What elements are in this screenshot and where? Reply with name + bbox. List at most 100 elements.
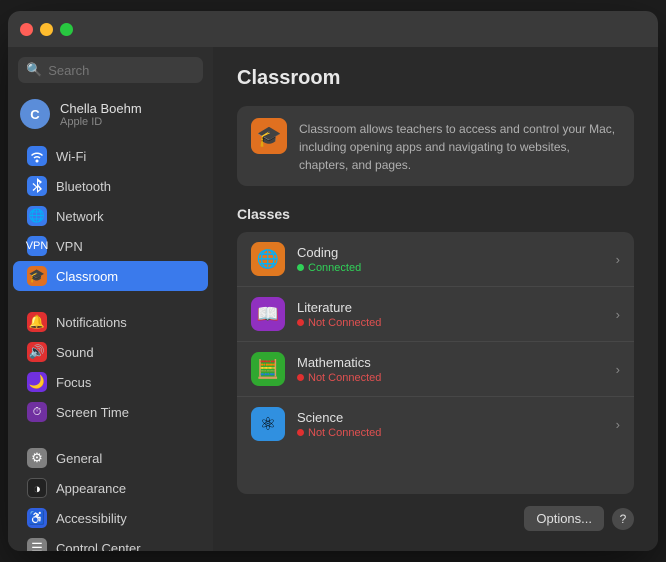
coding-icon: 🌐 bbox=[251, 242, 285, 276]
literature-icon: 📖 bbox=[251, 297, 285, 331]
bluetooth-icon bbox=[27, 176, 47, 196]
sidebar-item-screentime[interactable]: ⏱ Screen Time bbox=[13, 397, 208, 427]
info-text: Classroom allows teachers to access and … bbox=[299, 118, 620, 174]
sidebar-item-accessibility[interactable]: ♿ Accessibility bbox=[13, 503, 208, 533]
science-status-dot bbox=[297, 429, 304, 436]
science-icon: ⚛ bbox=[251, 407, 285, 441]
chevron-right-icon: › bbox=[616, 252, 620, 267]
sidebar-section-network: Wi-Fi Bluetooth 🌐 Network VPN VP bbox=[8, 141, 213, 291]
appearance-icon: ◑ bbox=[27, 478, 47, 498]
literature-status-dot bbox=[297, 319, 304, 326]
vpn-icon: VPN bbox=[27, 236, 47, 256]
mathematics-status: Not Connected bbox=[297, 372, 604, 384]
class-item-science[interactable]: ⚛ Science Not Connected › bbox=[237, 397, 634, 451]
sidebar-item-label: Accessibility bbox=[56, 511, 127, 526]
mathematics-icon: 🧮 bbox=[251, 352, 285, 386]
coding-name: Coding bbox=[297, 245, 604, 260]
sidebar-item-label: Classroom bbox=[56, 269, 118, 284]
sidebar: 🔍 C Chella Boehm Apple ID Wi-Fi bbox=[8, 47, 213, 551]
sidebar-item-bluetooth[interactable]: Bluetooth bbox=[13, 171, 208, 201]
chevron-right-icon: › bbox=[616, 362, 620, 377]
sidebar-item-classroom[interactable]: 🎓 Classroom bbox=[13, 261, 208, 291]
main-layout: 🔍 C Chella Boehm Apple ID Wi-Fi bbox=[8, 47, 658, 551]
help-button[interactable]: ? bbox=[612, 508, 634, 530]
sidebar-item-label: VPN bbox=[56, 239, 83, 254]
sidebar-item-label: Focus bbox=[56, 375, 91, 390]
class-item-mathematics[interactable]: 🧮 Mathematics Not Connected › bbox=[237, 342, 634, 397]
network-icon: 🌐 bbox=[27, 206, 47, 226]
class-item-coding[interactable]: 🌐 Coding Connected › bbox=[237, 232, 634, 287]
sidebar-item-label: Screen Time bbox=[56, 405, 129, 420]
mathematics-name: Mathematics bbox=[297, 355, 604, 370]
sidebar-item-label: Appearance bbox=[56, 481, 126, 496]
science-status: Not Connected bbox=[297, 427, 604, 439]
main-content: Classroom 🎓 Classroom allows teachers to… bbox=[213, 47, 658, 551]
chevron-right-icon: › bbox=[616, 307, 620, 322]
sidebar-item-notifications[interactable]: 🔔 Notifications bbox=[13, 307, 208, 337]
page-title: Classroom bbox=[237, 67, 634, 90]
sidebar-section-system1: 🔔 Notifications 🔊 Sound 🌙 Focus ⏱ Screen… bbox=[8, 307, 213, 427]
sidebar-section-system2: ⚙ General ◑ Appearance ♿ Accessibility ☰… bbox=[8, 443, 213, 551]
sidebar-item-network[interactable]: 🌐 Network bbox=[13, 201, 208, 231]
coding-info: Coding Connected bbox=[297, 245, 604, 274]
user-subtitle: Apple ID bbox=[60, 116, 142, 128]
sidebar-item-label: Wi-Fi bbox=[56, 149, 86, 164]
science-name: Science bbox=[297, 410, 604, 425]
sidebar-item-controlcenter[interactable]: ☰ Control Center bbox=[13, 533, 208, 551]
sidebar-item-appearance[interactable]: ◑ Appearance bbox=[13, 473, 208, 503]
wifi-icon bbox=[27, 146, 47, 166]
minimize-button[interactable] bbox=[40, 23, 53, 36]
sidebar-item-label: Control Center bbox=[56, 541, 141, 552]
mathematics-status-text: Not Connected bbox=[308, 372, 381, 384]
titlebar bbox=[8, 11, 658, 47]
classes-section-title: Classes bbox=[237, 206, 634, 222]
class-item-literature[interactable]: 📖 Literature Not Connected › bbox=[237, 287, 634, 342]
sidebar-item-label: Sound bbox=[56, 345, 94, 360]
science-status-text: Not Connected bbox=[308, 427, 381, 439]
user-section[interactable]: C Chella Boehm Apple ID bbox=[8, 91, 213, 141]
notifications-icon: 🔔 bbox=[27, 312, 47, 332]
chevron-right-icon: › bbox=[616, 417, 620, 432]
options-button[interactable]: Options... bbox=[524, 506, 604, 531]
literature-info: Literature Not Connected bbox=[297, 300, 604, 329]
user-info: Chella Boehm Apple ID bbox=[60, 101, 142, 128]
sidebar-item-general[interactable]: ⚙ General bbox=[13, 443, 208, 473]
sidebar-item-vpn[interactable]: VPN VPN bbox=[13, 231, 208, 261]
controlcenter-icon: ☰ bbox=[27, 538, 47, 551]
settings-window: 🔍 C Chella Boehm Apple ID Wi-Fi bbox=[8, 11, 658, 551]
literature-name: Literature bbox=[297, 300, 604, 315]
maximize-button[interactable] bbox=[60, 23, 73, 36]
science-info: Science Not Connected bbox=[297, 410, 604, 439]
sidebar-item-label: Network bbox=[56, 209, 104, 224]
coding-status-dot bbox=[297, 264, 304, 271]
search-icon: 🔍 bbox=[26, 62, 42, 78]
close-button[interactable] bbox=[20, 23, 33, 36]
general-icon: ⚙ bbox=[27, 448, 47, 468]
sidebar-item-label: Bluetooth bbox=[56, 179, 111, 194]
classes-list: 🌐 Coding Connected › 📖 Literature bbox=[237, 232, 634, 494]
coding-status-text: Connected bbox=[308, 262, 361, 274]
sidebar-item-label: General bbox=[56, 451, 102, 466]
search-input[interactable] bbox=[48, 63, 195, 78]
literature-status-text: Not Connected bbox=[308, 317, 381, 329]
classroom-icon: 🎓 bbox=[27, 266, 47, 286]
screentime-icon: ⏱ bbox=[27, 402, 47, 422]
sidebar-item-focus[interactable]: 🌙 Focus bbox=[13, 367, 208, 397]
coding-status: Connected bbox=[297, 262, 604, 274]
sidebar-item-label: Notifications bbox=[56, 315, 127, 330]
avatar: C bbox=[20, 99, 50, 129]
traffic-lights bbox=[20, 23, 73, 36]
accessibility-icon: ♿ bbox=[27, 508, 47, 528]
mathematics-status-dot bbox=[297, 374, 304, 381]
user-name: Chella Boehm bbox=[60, 101, 142, 116]
sound-icon: 🔊 bbox=[27, 342, 47, 362]
focus-icon: 🌙 bbox=[27, 372, 47, 392]
literature-status: Not Connected bbox=[297, 317, 604, 329]
classroom-app-icon: 🎓 bbox=[251, 118, 287, 154]
mathematics-info: Mathematics Not Connected bbox=[297, 355, 604, 384]
bottom-bar: Options... ? bbox=[237, 494, 634, 531]
search-bar[interactable]: 🔍 bbox=[18, 57, 203, 83]
sidebar-item-wifi[interactable]: Wi-Fi bbox=[13, 141, 208, 171]
info-banner: 🎓 Classroom allows teachers to access an… bbox=[237, 106, 634, 186]
sidebar-item-sound[interactable]: 🔊 Sound bbox=[13, 337, 208, 367]
